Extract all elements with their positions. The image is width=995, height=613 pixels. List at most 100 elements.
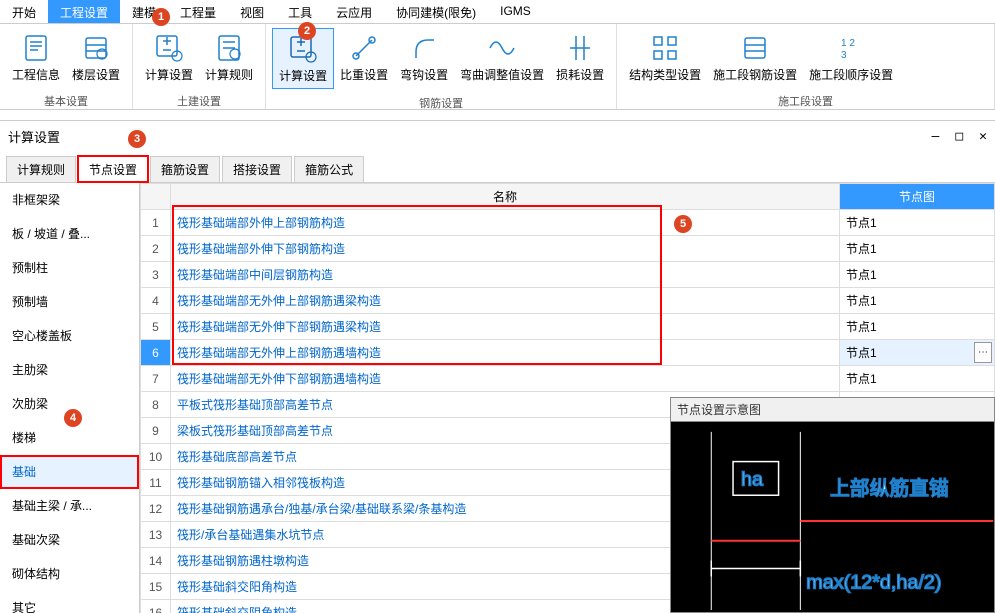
row-name: 筏形基础端部无外伸下部钢筋遇墙构造 [171,366,840,392]
scale-icon [348,32,380,64]
dim-ha: ha [741,468,763,490]
menu-tab-start[interactable]: 开始 [0,0,48,23]
formula-text: max(12*d,ha/2) [806,571,941,593]
ellipsis-button[interactable]: ⋯ [974,342,992,363]
grid-icon [649,32,681,64]
ribbon-label: 损耗设置 [556,66,604,83]
row-node[interactable]: 节点1 [840,288,995,314]
nav-item[interactable]: 非框架梁 [0,183,139,217]
curve-adjust-button[interactable]: 弯曲调整值设置 [454,28,550,87]
menu-tab-collab[interactable]: 协同建模(限免) [384,0,488,23]
nav-item[interactable]: 砌体结构 [0,557,139,591]
row-node[interactable]: 节点1 [840,366,995,392]
hook-settings-button[interactable]: 弯钩设置 [394,28,454,87]
nav-item[interactable]: 板 / 坡道 / 叠... [0,217,139,251]
ribbon-group-civil: 计算设置 计算规则 土建设置 [133,24,266,109]
menu-tab-quantity[interactable]: 工程量 [168,0,228,23]
row-number: 10 [141,444,171,470]
nav-item[interactable]: 预制墙 [0,285,139,319]
col-header-node: 节点图 [840,184,995,210]
row-number: 15 [141,574,171,600]
marker-5: 5 [674,215,692,233]
subtab-stirrup[interactable]: 箍筋设置 [150,156,220,182]
table-row[interactable]: 6筏形基础端部无外伸上部钢筋遇墙构造节点1⋯ [141,340,995,366]
ribbon: 工程信息 楼层设置 基本设置 计算设置 计算规则 土建设置 计算设置 [0,24,995,110]
table-row[interactable]: 3筏形基础端部中间层钢筋构造节点1 [141,262,995,288]
menu-tab-project-settings[interactable]: 工程设置 [48,0,120,23]
menu-tab-cloud[interactable]: 云应用 [324,0,384,23]
col-header-name: 名称 [171,184,840,210]
struct-type-button[interactable]: 结构类型设置 [623,28,707,87]
close-button[interactable]: ✕ [979,129,987,144]
row-number: 1 [141,210,171,236]
menu-tab-igms[interactable]: IGMS [488,0,543,23]
table-row[interactable]: 1筏形基础端部外伸上部钢筋构造节点1 [141,210,995,236]
svg-text:1 2: 1 2 [841,38,855,49]
hook-icon [408,32,440,64]
row-node[interactable]: 节点1 [840,314,995,340]
subtab-lap[interactable]: 搭接设置 [222,156,292,182]
order-icon: 1 23 [835,32,867,64]
ribbon-label: 计算规则 [205,66,253,83]
row-name: 筏形基础端部外伸下部钢筋构造 [171,236,840,262]
calc-rules-button[interactable]: 计算规则 [199,28,259,87]
row-number: 9 [141,418,171,444]
ribbon-label: 弯曲调整值设置 [460,66,544,83]
row-node[interactable]: 节点1 [840,236,995,262]
table-row[interactable]: 2筏形基础端部外伸下部钢筋构造节点1 [141,236,995,262]
ribbon-label: 工程信息 [12,66,60,83]
nav-item[interactable]: 基础次梁 [0,523,139,557]
nav-item[interactable]: 基础主梁 / 承... [0,489,139,523]
table-row[interactable]: 7筏形基础端部无外伸下部钢筋遇墙构造节点1 [141,366,995,392]
window-title: 计算设置 [8,127,60,146]
phase-rebar-button[interactable]: 施工段钢筋设置 [707,28,803,87]
preview-diagram: ha 上部纵筋直锚 max(12*d,ha/2) [671,422,994,613]
rules-icon [213,32,245,64]
marker-3: 3 [128,130,146,148]
ribbon-group-label: 基本设置 [0,91,132,111]
subtab-stirrup-formula[interactable]: 箍筋公式 [294,156,364,182]
floor-settings-button[interactable]: 楼层设置 [66,28,126,87]
row-node[interactable]: 节点1⋯ [840,340,995,366]
loss-settings-button[interactable]: 损耗设置 [550,28,610,87]
marker-1: 1 [152,8,170,26]
subtab-node-settings[interactable]: 节点设置 [78,156,148,182]
left-nav: 非框架梁板 / 坡道 / 叠...预制柱预制墙空心楼盖板主肋梁次肋梁楼梯基础基础… [0,183,140,613]
maximize-button[interactable]: □ [955,129,963,144]
nav-item[interactable]: 预制柱 [0,251,139,285]
ribbon-group-rebar: 计算设置 比重设置 弯钩设置 弯曲调整值设置 损耗设置 钢筋设置 [266,24,617,109]
svg-text:3: 3 [841,50,847,61]
menu-tab-tools[interactable]: 工具 [276,0,324,23]
document-icon [20,32,52,64]
ribbon-label: 弯钩设置 [400,66,448,83]
nav-item[interactable]: 空心楼盖板 [0,319,139,353]
preview-title: 节点设置示意图 [671,398,994,422]
minimize-button[interactable]: — [932,129,940,144]
nav-item[interactable]: 基础 [0,455,139,489]
row-number: 4 [141,288,171,314]
calc-icon [153,32,185,64]
calc-settings-button[interactable]: 计算设置 [139,28,199,87]
ribbon-group-label: 钢筋设置 [266,93,616,113]
table-row[interactable]: 4筏形基础端部无外伸上部钢筋遇梁构造节点1 [141,288,995,314]
row-node[interactable]: 节点1 [840,210,995,236]
row-number: 14 [141,548,171,574]
top-menu: 开始 工程设置 建模 工程量 视图 工具 云应用 协同建模(限免) IGMS [0,0,995,24]
menu-tab-view[interactable]: 视图 [228,0,276,23]
project-info-button[interactable]: 工程信息 [6,28,66,87]
nav-item[interactable]: 主肋梁 [0,353,139,387]
label-right: 上部纵筋直锚 [830,478,949,500]
ribbon-label: 比重设置 [340,66,388,83]
ribbon-label: 施工段钢筋设置 [713,66,797,83]
row-number: 6 [141,340,171,366]
table-row[interactable]: 5筏形基础端部无外伸下部钢筋遇梁构造节点1 [141,314,995,340]
row-node[interactable]: 节点1 [840,262,995,288]
preview-panel: 节点设置示意图 ha 上部纵筋直锚 max(12*d,ha/2) [670,397,995,613]
proportion-button[interactable]: 比重设置 [334,28,394,87]
row-number: 16 [141,600,171,613]
nav-item[interactable]: 其它 [0,591,139,613]
phase-order-button[interactable]: 1 23 施工段顺序设置 [803,28,899,87]
row-name: 筏形基础端部中间层钢筋构造 [171,262,840,288]
ribbon-label: 计算设置 [145,66,193,83]
subtab-calc-rules[interactable]: 计算规则 [6,156,76,182]
